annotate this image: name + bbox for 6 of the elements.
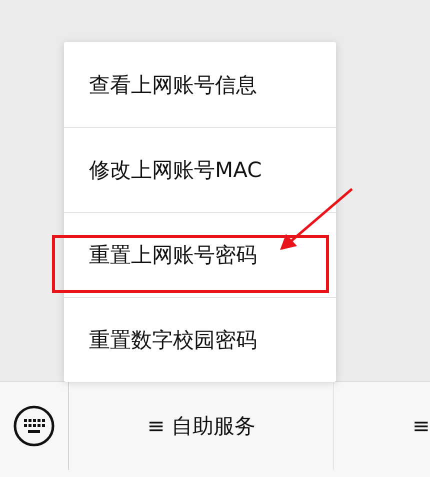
- menu-tab[interactable]: ≡: [412, 414, 430, 438]
- keyboard-icon[interactable]: [13, 405, 56, 447]
- menu-item[interactable]: 重置数字校园密码: [64, 297, 336, 382]
- menu-item[interactable]: 修改上网账号MAC: [64, 127, 336, 212]
- menu-item[interactable]: 查看上网账号信息: [64, 42, 336, 127]
- menu-tab[interactable]: ≡ 自助服务: [147, 412, 256, 440]
